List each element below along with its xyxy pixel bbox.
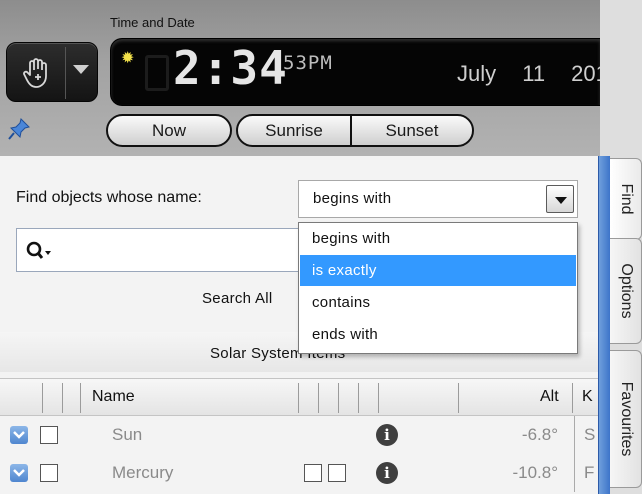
dropdown-button[interactable]: [546, 185, 574, 213]
column-header-alt[interactable]: Alt: [540, 388, 559, 406]
clock-ghost-digit: [145, 55, 169, 91]
column-separator: [42, 383, 43, 413]
row-alt: -10.8°: [512, 463, 558, 482]
match-mode-dropdown-list: begins with is exactly contains ends wit…: [298, 222, 578, 354]
row-checkbox[interactable]: [40, 464, 58, 482]
column-separator: [458, 383, 459, 413]
time-date-toolbar: Time and Date ✹ 2:34 53PM July 11 2013 N…: [0, 0, 620, 156]
column-header-k[interactable]: K: [582, 388, 593, 406]
column-separator: [298, 383, 299, 413]
row-checkbox[interactable]: [328, 464, 346, 482]
hand-tool-button[interactable]: [6, 42, 98, 102]
sunrise-button[interactable]: Sunrise: [236, 114, 352, 147]
tab-favourites-label: Favourites: [617, 381, 635, 457]
find-objects-label: Find objects whose name:: [16, 189, 202, 206]
chevron-down-icon[interactable]: [73, 65, 89, 74]
column-separator: [574, 454, 575, 492]
row-k: F: [584, 463, 595, 482]
chevron-down-icon: [13, 469, 25, 477]
match-mode-value: begins with: [313, 190, 392, 207]
dropdown-option-ends-with[interactable]: ends with: [300, 319, 576, 350]
expand-chevron-icon[interactable]: [10, 426, 28, 444]
sun-icon: ✹: [121, 50, 135, 67]
row-alt: -6.8°: [521, 425, 558, 444]
clock-hours-minutes: 2:34: [173, 41, 288, 95]
search-all-label: Search All: [202, 290, 273, 307]
match-mode-select[interactable]: begins with: [298, 180, 578, 218]
table-row[interactable]: Mercury i -10.8° F: [0, 454, 598, 492]
column-separator: [80, 383, 81, 413]
expand-chevron-icon[interactable]: [10, 464, 28, 482]
dropdown-option-is-exactly[interactable]: is exactly: [300, 255, 576, 286]
active-tab-indicator: [598, 156, 610, 494]
row-checkbox[interactable]: [40, 426, 58, 444]
column-separator: [378, 383, 379, 413]
tab-find[interactable]: Find: [610, 158, 642, 240]
search-icon[interactable]: [25, 239, 57, 263]
hand-button-divider: [65, 47, 66, 99]
clock-date: July 11 2013: [457, 61, 621, 86]
chevron-down-icon: [13, 431, 25, 439]
column-separator: [574, 416, 575, 454]
now-button[interactable]: Now: [106, 114, 232, 147]
dropdown-option-begins-with[interactable]: begins with: [300, 223, 576, 254]
tab-options[interactable]: Options: [610, 238, 642, 344]
tab-favourites[interactable]: Favourites: [610, 350, 642, 488]
row-checkbox[interactable]: [304, 464, 322, 482]
dropdown-option-contains[interactable]: contains: [300, 287, 576, 318]
hand-plus-icon: [23, 58, 47, 88]
table-row[interactable]: Sun i -6.8° S: [0, 416, 598, 454]
row-k: S: [584, 425, 596, 444]
row-name: Mercury: [112, 463, 174, 482]
info-icon[interactable]: i: [376, 462, 398, 484]
column-separator: [62, 383, 63, 413]
pin-icon[interactable]: [6, 116, 32, 142]
search-box[interactable]: [16, 228, 306, 272]
column-separator: [572, 383, 573, 413]
sunset-button[interactable]: Sunset: [350, 114, 474, 147]
clock-display: ✹ 2:34 53PM July 11 2013: [110, 38, 620, 106]
time-date-caption: Time and Date: [110, 15, 195, 30]
column-separator: [338, 383, 339, 413]
search-input[interactable]: [57, 235, 297, 265]
tab-options-label: Options: [617, 263, 635, 319]
column-separator: [318, 383, 319, 413]
results-table-header: Name Alt K: [0, 378, 598, 416]
row-name: Sun: [112, 425, 143, 444]
column-separator: [358, 383, 359, 413]
clock-seconds-ampm: 53PM: [283, 52, 333, 74]
info-icon[interactable]: i: [376, 424, 398, 446]
chevron-down-icon: [555, 197, 567, 204]
tab-find-label: Find: [617, 183, 635, 215]
column-header-name[interactable]: Name: [92, 388, 135, 406]
